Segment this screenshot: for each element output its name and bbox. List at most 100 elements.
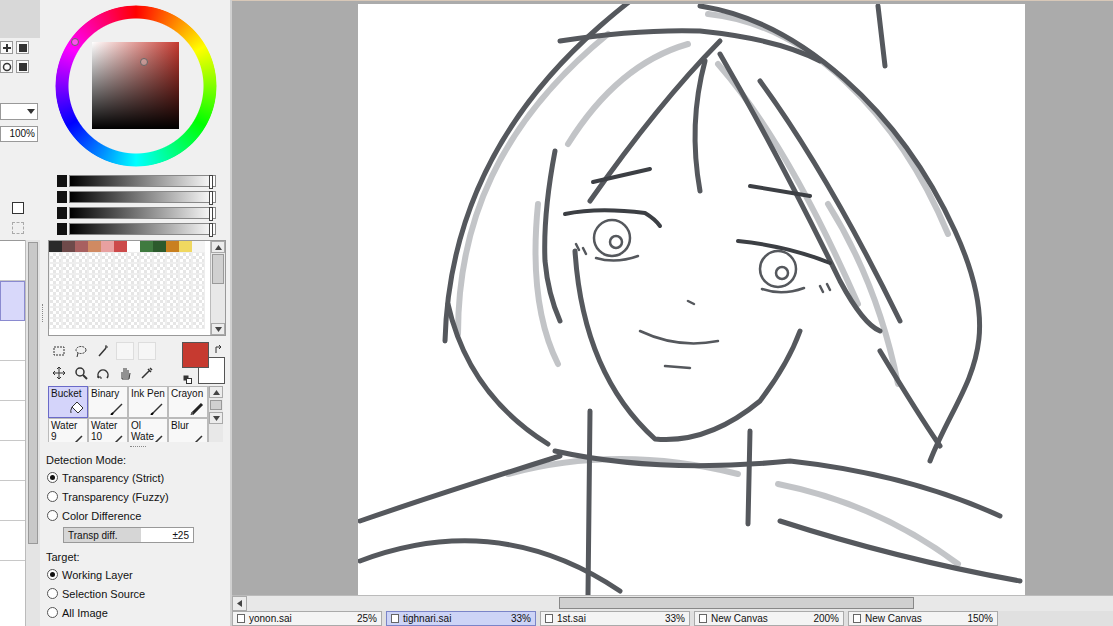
layer-row[interactable] xyxy=(0,441,25,481)
empty-swatch[interactable] xyxy=(75,296,88,307)
empty-swatch[interactable] xyxy=(101,263,114,274)
tool-button[interactable]: Binary xyxy=(88,386,128,418)
empty-swatch[interactable] xyxy=(140,285,153,296)
panel-splitter[interactable] xyxy=(40,0,46,626)
empty-swatch[interactable] xyxy=(153,274,166,285)
color-slider[interactable] xyxy=(57,207,230,219)
saturation-value-square[interactable] xyxy=(92,42,179,129)
empty-swatch[interactable] xyxy=(127,318,140,329)
target-option[interactable]: Selection Source xyxy=(46,584,230,603)
empty-swatch[interactable] xyxy=(192,252,205,263)
empty-swatch[interactable] xyxy=(88,318,101,329)
layer-option-icon[interactable] xyxy=(12,202,24,214)
layer-row[interactable] xyxy=(0,241,25,281)
empty-swatch[interactable] xyxy=(192,307,205,318)
empty-swatch[interactable] xyxy=(127,263,140,274)
refresh-button[interactable] xyxy=(0,60,13,73)
new-layer-button[interactable] xyxy=(0,41,13,54)
empty-swatch[interactable] xyxy=(166,263,179,274)
layer-option-icon[interactable] xyxy=(12,222,24,234)
tool-button[interactable]: Bucket xyxy=(48,386,88,418)
empty-swatch[interactable] xyxy=(62,307,75,318)
empty-swatch[interactable] xyxy=(179,285,192,296)
empty-swatch[interactable] xyxy=(179,318,192,329)
swap-colors-icon[interactable] xyxy=(214,344,223,356)
empty-swatch[interactable] xyxy=(62,252,75,263)
rect-select-icon[interactable] xyxy=(50,342,68,360)
color-swatch[interactable] xyxy=(140,241,153,252)
empty-swatch[interactable] xyxy=(114,307,127,318)
color-slider[interactable] xyxy=(57,223,230,235)
document-tab[interactable]: New Canvas 200% xyxy=(694,611,844,626)
blend-mode-dropdown[interactable] xyxy=(0,103,38,120)
empty-swatch[interactable] xyxy=(88,252,101,263)
empty-swatch[interactable] xyxy=(166,274,179,285)
empty-swatch[interactable] xyxy=(49,296,62,307)
panel-grip[interactable] xyxy=(46,442,230,452)
empty-swatch[interactable] xyxy=(101,296,114,307)
horizontal-scrollbar[interactable] xyxy=(232,595,1113,611)
empty-swatch[interactable] xyxy=(62,318,75,329)
opacity-field[interactable]: 100% xyxy=(0,126,38,142)
empty-swatch[interactable] xyxy=(49,274,62,285)
layer-row[interactable] xyxy=(0,401,25,441)
empty-swatch[interactable] xyxy=(88,296,101,307)
empty-swatch[interactable] xyxy=(114,296,127,307)
empty-swatch[interactable] xyxy=(114,318,127,329)
empty-swatch[interactable] xyxy=(127,252,140,263)
empty-swatch[interactable] xyxy=(101,307,114,318)
empty-swatch[interactable] xyxy=(192,263,205,274)
detection-mode-option[interactable]: Transparency (Strict) xyxy=(46,468,230,487)
color-swatch[interactable] xyxy=(127,241,140,252)
empty-swatch[interactable] xyxy=(192,274,205,285)
empty-swatch[interactable] xyxy=(75,263,88,274)
empty-swatch[interactable] xyxy=(101,285,114,296)
layer-row[interactable] xyxy=(0,361,25,401)
primary-color[interactable] xyxy=(182,342,209,368)
empty-swatch[interactable] xyxy=(114,274,127,285)
empty-swatch[interactable] xyxy=(114,285,127,296)
layer-row[interactable] xyxy=(0,281,25,321)
tool-button[interactable]: Ink Pen xyxy=(128,386,168,418)
magic-wand-icon[interactable] xyxy=(94,342,112,360)
scroll-thumb[interactable] xyxy=(559,597,914,609)
tool-button[interactable]: Crayon xyxy=(168,386,208,418)
empty-swatch[interactable] xyxy=(179,252,192,263)
empty-swatch[interactable] xyxy=(75,285,88,296)
color-swatch[interactable] xyxy=(114,241,127,252)
color-swatch[interactable] xyxy=(62,241,75,252)
empty-swatch[interactable] xyxy=(101,274,114,285)
empty-swatch[interactable] xyxy=(49,318,62,329)
color-swatch[interactable] xyxy=(179,241,192,252)
empty-swatch[interactable] xyxy=(101,252,114,263)
empty-swatch[interactable] xyxy=(88,285,101,296)
color-wheel[interactable] xyxy=(55,5,217,167)
empty-swatch[interactable] xyxy=(127,307,140,318)
empty-swatch[interactable] xyxy=(166,252,179,263)
reset-colors-icon[interactable] xyxy=(183,374,192,386)
color-swatch[interactable] xyxy=(49,241,62,252)
hand-icon[interactable] xyxy=(116,364,134,382)
color-swatch[interactable] xyxy=(75,241,88,252)
empty-swatch[interactable] xyxy=(88,274,101,285)
empty-swatch[interactable] xyxy=(75,252,88,263)
empty-swatch[interactable] xyxy=(49,285,62,296)
empty-swatch[interactable] xyxy=(88,307,101,318)
document-tab[interactable]: New Canvas 150% xyxy=(848,611,998,626)
empty-swatch[interactable] xyxy=(166,296,179,307)
sv-marker[interactable] xyxy=(140,58,148,66)
move-icon[interactable] xyxy=(50,364,68,382)
palette-scrollbar[interactable] xyxy=(210,241,225,335)
color-swatch[interactable] xyxy=(166,241,179,252)
empty-swatch[interactable] xyxy=(140,307,153,318)
empty-swatch[interactable] xyxy=(49,263,62,274)
rotate-icon[interactable] xyxy=(94,364,112,382)
layer-square-button[interactable] xyxy=(16,41,29,54)
color-swatch[interactable] xyxy=(88,241,101,252)
empty-swatch[interactable] xyxy=(179,307,192,318)
empty-swatch[interactable] xyxy=(140,263,153,274)
empty-swatch[interactable] xyxy=(49,307,62,318)
eyedropper-icon[interactable] xyxy=(138,364,156,382)
empty-swatch[interactable] xyxy=(192,285,205,296)
tool-button[interactable]: Blur xyxy=(168,418,208,442)
